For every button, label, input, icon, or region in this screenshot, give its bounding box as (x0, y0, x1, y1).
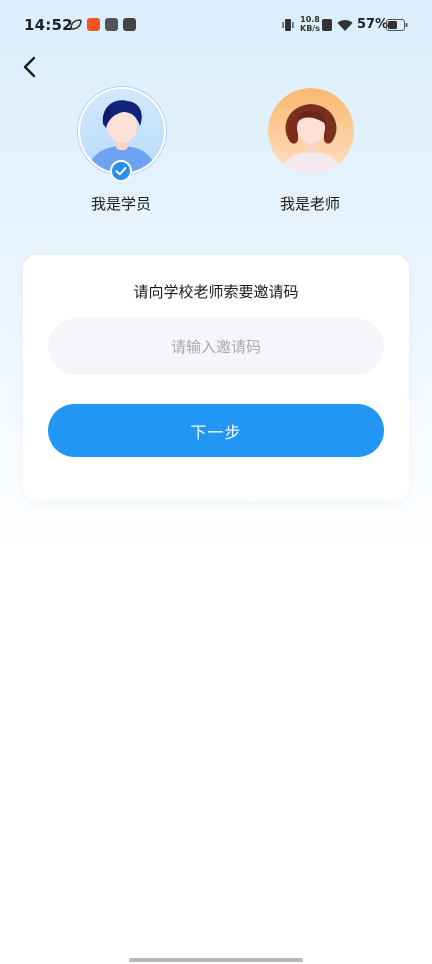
taobao-icon (87, 18, 100, 31)
network-speed: 10.8 KB/s (299, 15, 321, 33)
battery-percent: 57% (357, 17, 389, 32)
invite-code-input[interactable] (48, 318, 384, 375)
status-bar: 14:52 10.8 KB/s 57% (0, 0, 432, 52)
invite-card: 请向学校老师索要邀请码 下一步 (23, 255, 409, 501)
home-indicator[interactable] (129, 958, 303, 962)
teacher-avatar (268, 88, 354, 174)
role-label-teacher: 我是老师 (279, 195, 340, 213)
vibrate-icon (282, 19, 294, 31)
chevron-left-icon (23, 56, 36, 78)
invite-card-title: 请向学校老师索要邀请码 (133, 283, 299, 301)
status-time: 14:52 (24, 16, 73, 34)
wifi-icon (337, 20, 353, 31)
teacher-avatar-image (268, 88, 354, 174)
network-speed-unit: KB/s (300, 24, 320, 33)
back-button[interactable] (14, 52, 46, 82)
network-speed-value: 10.8 (300, 15, 320, 24)
pill-icon (105, 18, 118, 31)
mail-icon (123, 18, 136, 31)
no-sim-icon (322, 19, 332, 31)
role-teacher[interactable]: 我是老师 (250, 88, 370, 218)
leaf-icon (70, 19, 82, 30)
check-badge-icon (110, 160, 132, 182)
role-label-student: 我是学员 (90, 195, 151, 213)
role-student[interactable]: 我是学员 (61, 87, 181, 218)
next-button[interactable]: 下一步 (48, 404, 384, 457)
battery-icon (386, 19, 408, 31)
